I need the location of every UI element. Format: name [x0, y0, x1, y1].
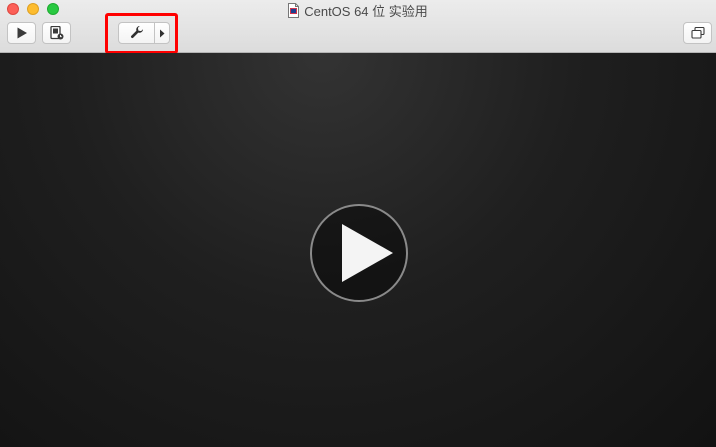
titlebar: CentOS 64 位 实验用 — [0, 0, 716, 53]
window-title: CentOS 64 位 实验用 — [0, 1, 716, 19]
play-icon — [342, 224, 393, 282]
vm-display-area[interactable] — [0, 53, 716, 447]
chevron-right-icon — [160, 29, 165, 37]
start-vm-button[interactable] — [7, 22, 36, 44]
window-title-text: CentOS 64 位 实验用 — [304, 3, 428, 19]
restore-window-icon — [690, 27, 705, 39]
snapshot-button[interactable] — [42, 22, 71, 44]
play-icon — [17, 27, 27, 39]
wrench-icon — [130, 26, 143, 38]
vm-window: CentOS 64 位 实验用 — [0, 0, 716, 447]
settings-button-group — [118, 22, 170, 44]
settings-menu-button[interactable] — [155, 23, 169, 43]
start-vm-overlay-button[interactable] — [310, 204, 408, 302]
snapshot-icon — [49, 26, 63, 40]
restore-window-button[interactable] — [683, 22, 712, 44]
document-icon — [288, 2, 300, 18]
settings-button[interactable] — [119, 23, 155, 43]
